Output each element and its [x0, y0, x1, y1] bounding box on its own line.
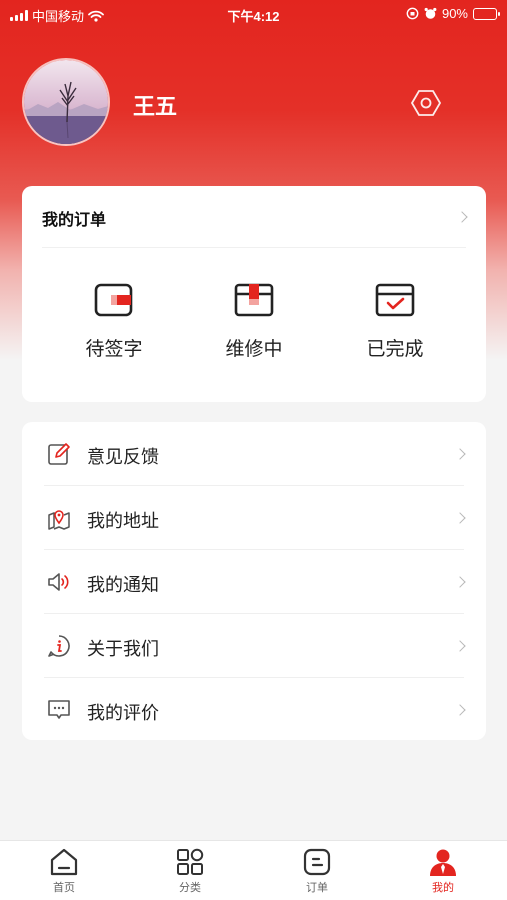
- home-icon: [50, 848, 78, 876]
- tab-label: 分类: [179, 881, 201, 894]
- my-orders-title: 我的订单: [42, 210, 107, 229]
- completed-box-icon: [375, 283, 415, 317]
- status-bar: 中国移动 下午4:12 90%: [0, 0, 507, 28]
- chevron-right-icon: [454, 640, 466, 652]
- map-location-icon: [48, 510, 70, 530]
- divider: [42, 247, 466, 248]
- order-status-repairing[interactable]: 维修中: [194, 282, 314, 361]
- alarm-icon: [424, 7, 437, 19]
- menu-item-label: 我的通知: [87, 575, 159, 596]
- tab-mine[interactable]: 我的: [398, 847, 488, 895]
- settings-hexagon-icon[interactable]: [411, 88, 441, 118]
- order-status-label: 维修中: [225, 338, 283, 360]
- tab-orders[interactable]: 订单: [272, 847, 362, 895]
- my-orders-card: 我的订单 待签字 维修中 已完成: [22, 186, 486, 402]
- tab-home[interactable]: 首页: [19, 847, 109, 895]
- feedback-edit-icon: [48, 443, 70, 465]
- tab-label: 订单: [306, 881, 328, 894]
- bottom-tab-bar: 首页 分类 订单 我的: [0, 840, 507, 900]
- speaker-icon: [48, 573, 69, 591]
- avatar[interactable]: [22, 58, 110, 146]
- order-status-label: 待签字: [85, 338, 143, 360]
- repair-box-icon: [234, 283, 274, 317]
- order-status-completed[interactable]: 已完成: [335, 282, 455, 361]
- my-orders-header[interactable]: 我的订单: [22, 186, 486, 246]
- menu-item-label: 关于我们: [87, 639, 159, 660]
- menu-item-label: 意见反馈: [87, 447, 159, 468]
- chevron-right-icon: [454, 576, 466, 588]
- battery-icon: [473, 7, 500, 20]
- menu-item-about-us[interactable]: 关于我们: [22, 614, 486, 678]
- chevron-right-icon: [456, 211, 468, 223]
- tab-category[interactable]: 分类: [145, 847, 235, 895]
- menu-item-feedback[interactable]: 意见反馈: [22, 422, 486, 486]
- menu-item-address[interactable]: 我的地址: [22, 486, 486, 550]
- wallet-sign-icon: [94, 283, 133, 317]
- user-name: 王五: [133, 95, 178, 120]
- tab-label: 我的: [432, 881, 454, 894]
- tab-label: 首页: [53, 881, 75, 894]
- orientation-lock-icon: [406, 7, 419, 20]
- chevron-right-icon: [454, 704, 466, 716]
- menu-item-label: 我的地址: [87, 511, 159, 532]
- comment-icon: [48, 700, 70, 719]
- info-icon: [48, 635, 70, 657]
- category-grid-icon: [177, 848, 204, 875]
- order-status-pending-signature[interactable]: 待签字: [54, 282, 174, 361]
- chevron-right-icon: [454, 512, 466, 524]
- menu-item-label: 我的评价: [87, 703, 159, 724]
- user-icon: [430, 849, 456, 876]
- order-icon: [303, 848, 331, 876]
- menu-item-my-reviews[interactable]: 我的评价: [22, 678, 486, 742]
- settings-menu-card: 意见反馈 我的地址 我的通知 关于我们 我的评价: [22, 422, 486, 740]
- chevron-right-icon: [454, 448, 466, 460]
- order-status-label: 已完成: [366, 338, 424, 360]
- menu-item-notifications[interactable]: 我的通知: [22, 550, 486, 614]
- battery-percent: 90%: [441, 6, 468, 21]
